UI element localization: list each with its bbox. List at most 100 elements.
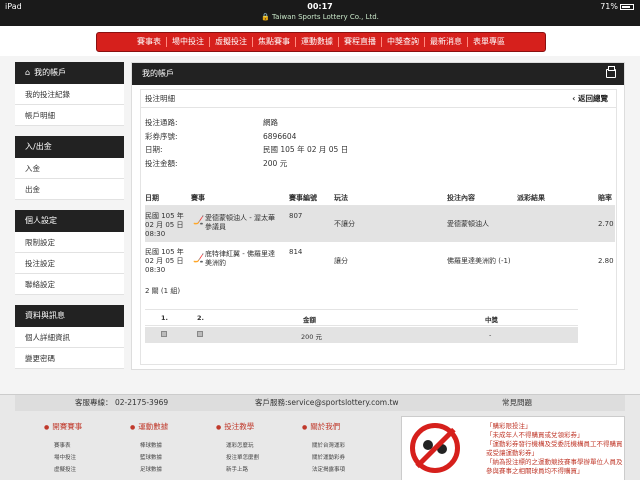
table-row: 民國 105 年 02 月 05 日 08:30 🏒 愛德蒙頓油人 - 渥太華 參議員… xyxy=(145,206,615,242)
faq-link[interactable]: 常見問題 xyxy=(502,395,532,411)
col-bet: 投注內容 xyxy=(447,194,475,202)
info-value: 民國 105 年 02 月 05 日 xyxy=(263,145,349,154)
nav-item[interactable]: 虛擬投注 xyxy=(210,37,253,47)
sidebar-item-contact-settings[interactable]: 聯絡設定 xyxy=(15,274,124,295)
service-phone[interactable]: 02-2175-3969 xyxy=(115,395,168,411)
parlay-summary: 2 關 (1 組) xyxy=(145,287,181,295)
nav-item[interactable]: 賽事表 xyxy=(132,37,167,47)
page-title: 我的帳戶 xyxy=(142,69,174,78)
print-icon[interactable] xyxy=(606,66,616,78)
row-code: 807 xyxy=(289,212,303,220)
col-odds: 賠率 xyxy=(598,194,612,202)
sidebar: ⌂ 我的帳戶 我的投注紀錄 帳戶明細 入/出金 入金 出金 個人設定 限制設定 投… xyxy=(15,62,124,369)
nav-item[interactable]: 運動數據 xyxy=(296,37,339,47)
main-header: 我的帳戶 xyxy=(132,63,624,85)
row-code: 814 xyxy=(289,248,303,256)
info-label: 投注通路: xyxy=(145,118,178,127)
footer-contact-bar: 客服專線： 02-2175-3969 客戶服務:service@sportslo… xyxy=(15,395,625,411)
sidebar-head-deposit[interactable]: 入/出金 xyxy=(15,136,124,158)
footer-link[interactable]: 關於台灣運彩 xyxy=(312,441,345,449)
info-label: 日期: xyxy=(145,145,163,154)
row-bet: 愛德蒙頓油人 xyxy=(447,220,489,228)
footer-col-title[interactable]: 投注教學 xyxy=(216,421,254,432)
nav-item[interactable]: 表單專區 xyxy=(468,37,510,47)
col-match: 賽事 xyxy=(191,194,205,202)
footer-link[interactable]: 新手上路 xyxy=(226,465,248,473)
leg-1-checkbox[interactable] xyxy=(161,331,167,339)
row-match: 底特律紅翼 - 佛羅里達 美洲豹 xyxy=(205,250,275,267)
address-bar[interactable]: 🔒 Taiwan Sports Lottery Co., Ltd. xyxy=(0,13,640,21)
detail-header: 投注明細 ‹ 返回總覽 xyxy=(141,90,616,108)
row-match: 愛德蒙頓油人 - 渥太華 參議員 xyxy=(205,214,275,231)
sidebar-item-change-password[interactable]: 變更密碼 xyxy=(15,348,124,369)
footer-link[interactable]: 足球數據 xyxy=(140,465,162,473)
footer-link[interactable]: 法定揭露事項 xyxy=(312,465,345,473)
nav-item[interactable]: 最新消息 xyxy=(425,37,468,47)
responsible-gaming-notice: 「購彩限投注」 「未成年人不得購買或兌領彩券」 「運動彩券發行機構及受委託機構員… xyxy=(401,416,625,480)
summary-amount: 200 元 xyxy=(301,333,322,341)
sidebar-head-settings[interactable]: 個人設定 xyxy=(15,210,124,232)
clock: 00:17 xyxy=(307,2,333,11)
footer-col-title[interactable]: 開賽賽事 xyxy=(44,421,82,432)
footer-link[interactable]: 運彩怎麼玩 xyxy=(226,441,254,449)
summary-win: - xyxy=(489,331,492,339)
home-icon: ⌂ xyxy=(25,68,31,77)
bet-info: 投注通路: 網路 彩券序號: 6896604 日期: 民國 105 年 02 月 05… xyxy=(145,116,348,170)
no-minors-icon xyxy=(410,423,460,473)
row-date: 民國 105 年 02 月 05 日 08:30 xyxy=(145,212,184,238)
info-label: 投注金額: xyxy=(145,158,178,168)
footer: 客服專線： 02-2175-3969 客戶服務:service@sportslo… xyxy=(0,394,640,480)
bet-table-header: 日期 賽事 賽事編號 玩法 投注內容 派彩結果 賠率 xyxy=(145,188,615,206)
nav-item[interactable]: 中獎查詢 xyxy=(382,37,425,47)
footer-link[interactable]: 籃球數據 xyxy=(140,453,162,461)
row-play: 不讓分 xyxy=(334,220,355,228)
battery-icon xyxy=(620,3,634,10)
col-result: 派彩結果 xyxy=(517,194,545,202)
service-email[interactable]: 客戶服務:service@sportslottery.com.tw xyxy=(255,395,399,411)
summary-table-header: 1. 2. 金額 中獎 xyxy=(145,309,578,326)
sidebar-item-deposit[interactable]: 入金 xyxy=(15,158,124,179)
row-bet: 佛羅里達美洲豹 (-1) xyxy=(447,257,511,265)
info-value: 網路 xyxy=(263,118,278,127)
footer-link[interactable]: 虛擬投注 xyxy=(54,465,76,473)
main-panel: 我的帳戶 投注明細 ‹ 返回總覽 投注通路: 網路 彩券序號: 6896604 日期… xyxy=(131,62,625,370)
sidebar-head-info[interactable]: 資料與訊息 xyxy=(15,305,124,327)
info-value: 6896604 xyxy=(263,131,297,141)
bet-detail-panel: 投注明細 ‹ 返回總覽 投注通路: 網路 彩券序號: 6896604 日期: 民國 1… xyxy=(140,89,617,365)
row-play: 讓分 xyxy=(334,257,348,265)
footer-col-title[interactable]: 運動數據 xyxy=(130,421,168,432)
battery-indicator: 71% xyxy=(600,2,634,11)
col-code: 賽事編號 xyxy=(289,194,317,202)
sidebar-item-account-detail[interactable]: 帳戶明細 xyxy=(15,105,124,126)
back-to-overview-link[interactable]: ‹ 返回總覽 xyxy=(572,90,608,108)
ios-status-bar: iPad 00:17 71% 🔒 Taiwan Sports Lottery C… xyxy=(0,0,640,26)
leg-2-checkbox[interactable] xyxy=(197,331,203,339)
footer-link[interactable]: 投注單怎麼劃 xyxy=(226,453,259,461)
sidebar-item-bet-records[interactable]: 我的投注紀錄 xyxy=(15,84,124,105)
warning-text: 「購彩限投注」 「未成年人不得購買或兌領彩券」 「運動彩券發行機構及受委託機構員… xyxy=(486,422,623,475)
row-odds: 2.70 xyxy=(598,220,614,228)
nav-item[interactable]: 賽程直播 xyxy=(339,37,382,47)
detail-title: 投注明細 xyxy=(145,94,175,103)
row-odds: 2.80 xyxy=(598,257,614,265)
footer-link[interactable]: 關於運動彩券 xyxy=(312,453,345,461)
footer-link[interactable]: 賽事表 xyxy=(54,441,71,449)
main-nav: 賽事表 場中投注 虛擬投注 焦點賽事 運動數據 賽程直播 中獎查詢 最新消息 表… xyxy=(96,32,546,52)
url-text: Taiwan Sports Lottery Co., Ltd. xyxy=(272,13,379,21)
hockey-icon: 🏒 xyxy=(193,254,205,264)
footer-col-title[interactable]: 關於我們 xyxy=(302,421,340,432)
sidebar-item-limits[interactable]: 限制設定 xyxy=(15,232,124,253)
hockey-icon: 🏒 xyxy=(193,216,205,226)
sidebar-item-withdraw[interactable]: 出金 xyxy=(15,179,124,200)
col-play: 玩法 xyxy=(334,194,348,202)
sidebar-item-bet-settings[interactable]: 投注設定 xyxy=(15,253,124,274)
sidebar-item-personal-info[interactable]: 個人詳細資訊 xyxy=(15,327,124,348)
row-date: 民國 105 年 02 月 05 日 08:30 xyxy=(145,248,184,274)
summary-table-row: 200 元 - xyxy=(145,327,578,343)
col-date: 日期 xyxy=(145,194,159,202)
nav-item[interactable]: 場中投注 xyxy=(167,37,210,47)
sidebar-head-my-account[interactable]: ⌂ 我的帳戶 xyxy=(15,62,124,84)
nav-item[interactable]: 焦點賽事 xyxy=(253,37,296,47)
footer-link[interactable]: 棒球數據 xyxy=(140,441,162,449)
footer-link[interactable]: 場中投注 xyxy=(54,453,76,461)
